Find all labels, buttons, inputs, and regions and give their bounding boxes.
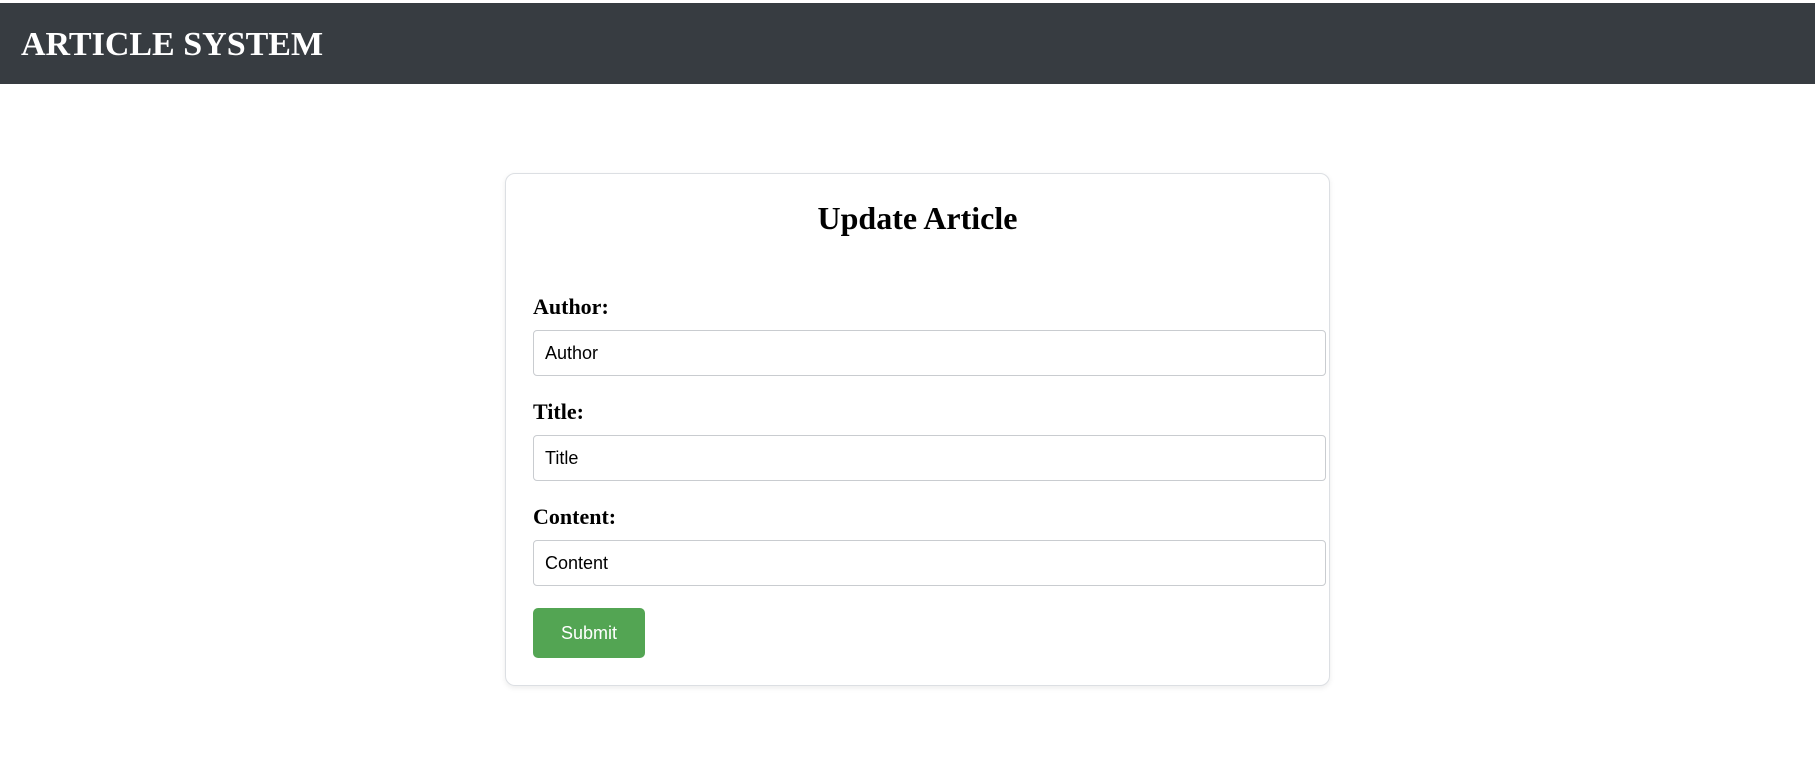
content-label: Content: xyxy=(533,504,617,529)
app-title: ARTICLE SYSTEM xyxy=(21,26,324,63)
author-label: Author: xyxy=(533,294,609,319)
submit-button[interactable]: Submit xyxy=(533,608,645,658)
form-title: Update Article xyxy=(817,200,1018,236)
update-article-form: Update Article Author: Title: Content: S… xyxy=(505,173,1330,686)
content-input[interactable] xyxy=(533,540,1326,586)
app-header: ARTICLE SYSTEM xyxy=(0,3,1815,84)
title-input[interactable] xyxy=(533,435,1326,481)
title-label: Title: xyxy=(533,399,584,424)
author-input[interactable] xyxy=(533,330,1326,376)
